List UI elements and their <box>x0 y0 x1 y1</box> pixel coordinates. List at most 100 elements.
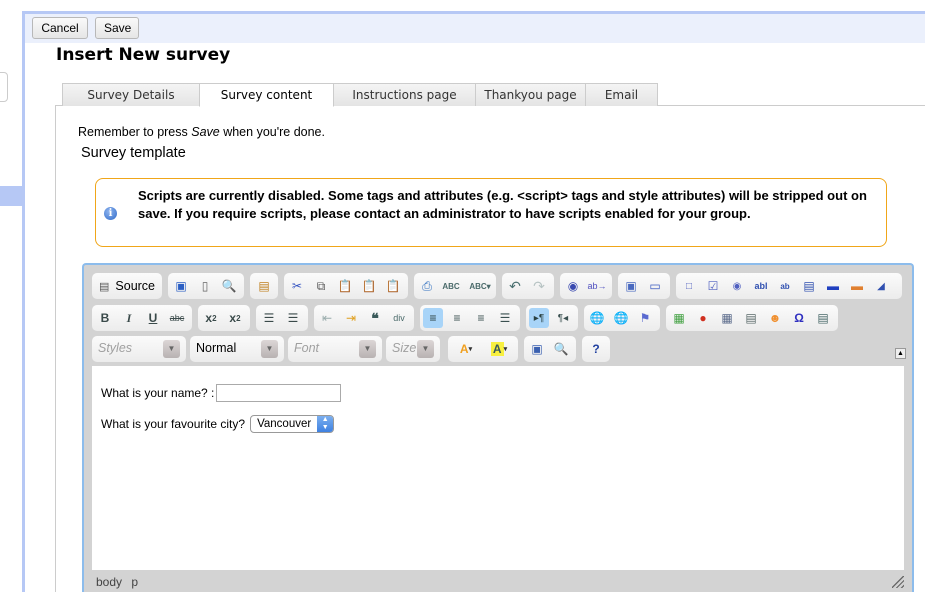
save-icon[interactable]: ▣ <box>171 276 191 296</box>
toolbar-group-clipboard: ✂ ⧉ 📋 📋 📋 <box>284 273 408 299</box>
editor-status-bar: body p <box>92 570 904 592</box>
paste-text-icon[interactable]: 📋 <box>359 276 379 296</box>
redo-icon[interactable]: ↷ <box>529 276 549 296</box>
flash-icon[interactable]: ● <box>693 308 713 328</box>
left-panel-selected-item[interactable] <box>0 186 22 206</box>
form-icon[interactable]: □ <box>679 276 699 296</box>
spellcheck-as-you-type-icon[interactable]: ABC▾ <box>466 276 494 296</box>
image-icon[interactable]: ▦ <box>669 308 689 328</box>
toolbar-row-2: B I U abc x2 x2 ☰ ☰ ⇤ ⇥ ❝ div ≡ ≡ ≡ ☰ ▸¶… <box>92 305 908 331</box>
paste-icon[interactable]: 📋 <box>335 276 355 296</box>
spellcheck-icon[interactable]: ABC <box>441 276 461 296</box>
cancel-button[interactable]: Cancel <box>32 17 88 39</box>
align-center-icon[interactable]: ≡ <box>447 308 467 328</box>
element-path: body p <box>96 575 144 589</box>
replace-icon[interactable]: ab→ <box>587 276 607 296</box>
action-bar <box>25 14 925 43</box>
page-title: Insert New survey <box>56 45 231 65</box>
toolbar-group-selection: ▣ ▭ <box>618 273 670 299</box>
size-placeholder: Size <box>392 341 417 355</box>
text-field-icon[interactable]: abl <box>751 276 771 296</box>
tab-instructions-page[interactable]: Instructions page <box>333 83 476 106</box>
indent-icon[interactable]: ⇥ <box>341 308 361 328</box>
unlink-icon[interactable]: 🌐 <box>611 308 631 328</box>
justify-icon[interactable]: ☰ <box>495 308 515 328</box>
show-blocks-icon[interactable]: 🔍 <box>551 339 571 359</box>
left-panel-button[interactable] <box>0 72 8 102</box>
source-button[interactable]: ▤ Source <box>95 276 159 296</box>
outdent-icon[interactable]: ⇤ <box>317 308 337 328</box>
ltr-icon[interactable]: ▸¶ <box>529 308 549 328</box>
blockquote-icon[interactable]: ❝ <box>365 308 385 328</box>
underline-icon[interactable]: U <box>143 308 163 328</box>
scripts-disabled-notice: i Scripts are currently disabled. Some t… <box>95 178 887 247</box>
editor-content-area[interactable]: What is your name? : What is your favour… <box>92 366 904 570</box>
name-input[interactable] <box>216 384 342 402</box>
size-dropdown-icon[interactable]: ▼ <box>417 340 434 358</box>
path-item-p[interactable]: p <box>131 575 138 589</box>
subscript-icon[interactable]: x2 <box>201 308 221 328</box>
select-all-icon[interactable]: ▣ <box>621 276 641 296</box>
copy-icon[interactable]: ⧉ <box>311 276 331 296</box>
strike-icon[interactable]: abc <box>167 308 187 328</box>
anchor-icon[interactable]: ⚑ <box>635 308 655 328</box>
image-button-icon[interactable]: ▬ <box>847 276 867 296</box>
smiley-icon[interactable]: ☻ <box>765 308 785 328</box>
toolbar-group-document: ▤ Source <box>92 273 162 299</box>
tab-thankyou-page[interactable]: Thankyou page <box>475 83 586 106</box>
page-break-icon[interactable]: ▤ <box>813 308 833 328</box>
rtl-icon[interactable]: ¶◂ <box>553 308 573 328</box>
select-field-icon[interactable]: ▤ <box>799 276 819 296</box>
special-char-icon[interactable]: Ω <box>789 308 809 328</box>
templates-icon[interactable]: ▤ <box>254 276 274 296</box>
new-page-icon[interactable]: ▯ <box>195 276 215 296</box>
size-combo[interactable]: Size ▼ <box>386 336 440 362</box>
font-dropdown-icon[interactable]: ▼ <box>359 340 376 358</box>
question-name: What is your name? : <box>101 384 342 402</box>
print-icon[interactable]: ⎙ <box>417 276 437 296</box>
paste-word-icon[interactable]: 📋 <box>383 276 403 296</box>
preview-icon[interactable]: 🔍 <box>219 276 239 296</box>
about-icon[interactable]: ? <box>586 339 606 359</box>
toolbar-group-scripts: x2 x2 <box>198 305 250 331</box>
city-select[interactable]: Vancouver ▲ ▼ <box>250 415 335 433</box>
cut-icon[interactable]: ✂ <box>287 276 307 296</box>
superscript-icon[interactable]: x2 <box>225 308 245 328</box>
resize-handle-icon[interactable] <box>892 576 904 588</box>
toolbar-row-3: Styles ▼ Normal ▼ Font ▼ Size ▼ A ▾ A ▾ ▣ … <box>92 336 908 362</box>
textarea-icon[interactable]: ab <box>775 276 795 296</box>
hidden-field-icon[interactable]: ◢ <box>871 276 891 296</box>
numbered-list-icon[interactable]: ☰ <box>259 308 279 328</box>
format-combo[interactable]: Normal ▼ <box>190 336 284 362</box>
align-left-icon[interactable]: ≡ <box>423 308 443 328</box>
save-button[interactable]: Save <box>95 17 139 39</box>
undo-icon[interactable]: ↶ <box>505 276 525 296</box>
path-item-body[interactable]: body <box>96 575 122 589</box>
question-city: What is your favourite city? Vancouver ▲… <box>101 415 335 433</box>
create-div-icon[interactable]: div <box>389 308 409 328</box>
collapse-toolbar-icon[interactable]: ▲ <box>895 348 906 359</box>
align-right-icon[interactable]: ≡ <box>471 308 491 328</box>
bulleted-list-icon[interactable]: ☰ <box>283 308 303 328</box>
bold-icon[interactable]: B <box>95 308 115 328</box>
italic-icon[interactable]: I <box>119 308 139 328</box>
format-dropdown-icon[interactable]: ▼ <box>261 340 278 358</box>
bg-color-icon[interactable]: A ▾ <box>484 339 514 359</box>
tab-survey-details[interactable]: Survey Details <box>62 83 200 106</box>
button-field-icon[interactable]: ▬ <box>823 276 843 296</box>
maximize-icon[interactable]: ▣ <box>527 339 547 359</box>
find-icon[interactable]: ◉ <box>563 276 583 296</box>
tab-survey-content[interactable]: Survey content <box>199 83 334 107</box>
font-combo[interactable]: Font ▼ <box>288 336 382 362</box>
table-icon[interactable]: ▦ <box>717 308 737 328</box>
checkbox-icon[interactable]: ☑ <box>703 276 723 296</box>
radio-icon[interactable]: ◉ <box>727 276 747 296</box>
styles-dropdown-icon[interactable]: ▼ <box>163 340 180 358</box>
styles-combo[interactable]: Styles ▼ <box>92 336 186 362</box>
text-color-icon[interactable]: A ▾ <box>451 339 481 359</box>
horizontal-rule-icon[interactable]: ▤ <box>741 308 761 328</box>
remove-format-icon[interactable]: ▭ <box>645 276 665 296</box>
link-icon[interactable]: 🌐 <box>587 308 607 328</box>
styles-placeholder: Styles <box>98 341 133 355</box>
tab-email[interactable]: Email <box>585 83 658 106</box>
